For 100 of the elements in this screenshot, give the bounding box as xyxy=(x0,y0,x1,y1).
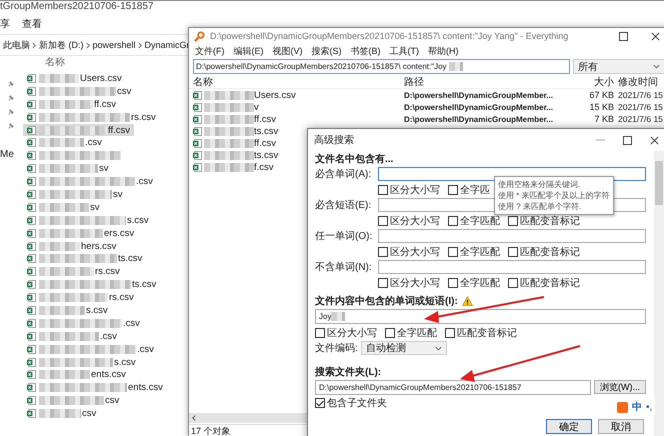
file-row[interactable]: hers.csv xyxy=(23,240,120,252)
chevron-icon xyxy=(32,42,37,48)
blurred-text xyxy=(39,74,79,83)
filter-dropdown[interactable]: 所有 xyxy=(573,59,664,74)
file-row[interactable]: .csv xyxy=(23,175,157,188)
file-row[interactable]: ff.csv xyxy=(23,124,134,136)
checkbox[interactable] xyxy=(508,216,518,226)
checkbox[interactable] xyxy=(448,246,458,256)
menu-item[interactable]: 文件(F) xyxy=(195,44,224,58)
breadcrumb-item[interactable]: 此电脑 xyxy=(3,38,30,52)
file-row[interactable]: Users.csv xyxy=(23,72,126,85)
checkbox[interactable] xyxy=(378,278,388,288)
field-label: 文件编码: xyxy=(315,342,358,355)
checkbox[interactable] xyxy=(315,398,325,408)
file-name: csv xyxy=(105,395,120,406)
checkbox-label: 全字匹 xyxy=(460,184,490,196)
blurred-text xyxy=(39,202,89,212)
file-row[interactable]: rs.csv xyxy=(23,291,138,304)
close-icon[interactable] xyxy=(651,32,660,40)
file-row[interactable]: .csv xyxy=(23,330,121,343)
maximize-icon[interactable] xyxy=(623,136,632,144)
blurred-text xyxy=(204,138,254,148)
checkbox[interactable] xyxy=(448,184,458,194)
menu-item[interactable]: 工具(T) xyxy=(390,44,419,58)
checkbox[interactable] xyxy=(445,328,455,338)
file-name: rs.csv xyxy=(95,266,120,278)
file-row[interactable]: ff.csv xyxy=(23,98,120,111)
ribbon-tab[interactable]: 查看 xyxy=(22,17,42,31)
blurred-text xyxy=(204,102,254,112)
vertical-scrollbar[interactable] xyxy=(654,151,664,436)
file-name: ts.csv xyxy=(254,126,278,136)
file-row[interactable]: .csv xyxy=(23,316,144,330)
browse-button[interactable]: 浏览(W)... xyxy=(594,380,646,394)
language-indicator[interactable]: 中 xyxy=(632,400,642,414)
file-name: ents.csv xyxy=(128,382,163,394)
close-icon[interactable] xyxy=(650,136,659,144)
search-field[interactable]: D:\powershell\DynamicGroupMembers20210706-151857\ content:"Joy xyxy=(193,59,570,74)
file-row[interactable]: csv xyxy=(23,84,136,98)
file-row[interactable]: rs.csv xyxy=(23,265,124,278)
file-row[interactable]: ts.csv xyxy=(23,278,160,292)
punctuation-indicator[interactable]: •, xyxy=(646,402,652,412)
breadcrumb-item[interactable]: powershell xyxy=(92,40,136,50)
file-name: ff.csv xyxy=(108,124,130,136)
column-header[interactable]: 修改时间 xyxy=(614,74,658,88)
checkbox[interactable] xyxy=(508,278,518,288)
spreadsheet-file-icon xyxy=(193,102,202,112)
file-name: s.csv xyxy=(86,304,108,316)
file-row[interactable]: s.csv xyxy=(23,304,112,317)
ribbon-tab[interactable]: 享 xyxy=(0,17,10,31)
input-field[interactable]: D:\powershell\DynamicGroupMembers20210706-151857 xyxy=(315,380,591,394)
encoding-dropdown[interactable]: 自动检测 xyxy=(360,341,447,355)
file-row[interactable]: ents.csv xyxy=(23,381,167,394)
file-row[interactable]: s.csv xyxy=(23,214,153,227)
checkbox[interactable] xyxy=(385,328,395,338)
input-field[interactable]: Joy xyxy=(315,309,646,324)
spreadsheet-file-icon xyxy=(27,318,36,328)
dialog-button[interactable]: 确定 xyxy=(546,419,592,434)
file-row[interactable]: .csv xyxy=(23,342,158,356)
file-name: ts.csv xyxy=(254,150,278,160)
file-row[interactable]: s.csv xyxy=(23,356,140,368)
breadcrumb-item[interactable]: 新加卷 (D:) xyxy=(39,38,84,52)
input-field[interactable] xyxy=(378,229,646,243)
input-field[interactable] xyxy=(378,260,646,274)
file-name: ents.csv xyxy=(91,369,126,380)
file-row[interactable]: csv xyxy=(23,407,100,420)
breadcrumb-item[interactable]: DynamicGr xyxy=(144,40,190,50)
checkbox[interactable] xyxy=(448,278,458,288)
column-header[interactable]: 名称 xyxy=(189,74,404,88)
file-name: Users.csv xyxy=(80,72,122,84)
column-header[interactable]: 路径 xyxy=(404,74,574,88)
file-row[interactable]: csv xyxy=(23,394,124,408)
checkbox[interactable] xyxy=(378,246,388,256)
dialog-button[interactable]: 取消 xyxy=(598,419,644,434)
menu-item[interactable]: 视图(V) xyxy=(272,44,302,58)
menu-item[interactable]: 帮助(H) xyxy=(428,44,458,58)
input-method-bar[interactable]: 中 •, xyxy=(614,399,656,415)
blurred-text xyxy=(39,228,103,238)
nav-item[interactable]: Me xyxy=(0,149,14,160)
menu-item[interactable]: 编辑(E) xyxy=(234,44,264,58)
checkbox[interactable] xyxy=(378,184,388,194)
file-row[interactable]: .csv xyxy=(23,136,106,150)
checkbox[interactable] xyxy=(448,216,458,226)
checkbox-label: 区分大小写 xyxy=(390,214,440,228)
menu-item[interactable]: 书签(B) xyxy=(350,44,380,58)
maximize-icon[interactable] xyxy=(619,32,628,40)
menu-item[interactable]: 搜索(S) xyxy=(312,44,342,58)
file-name: csv xyxy=(82,408,96,420)
checkbox[interactable] xyxy=(315,328,325,338)
file-row[interactable]: ers.csv xyxy=(23,226,138,240)
checkbox[interactable] xyxy=(378,216,388,226)
column-header[interactable]: 大小 xyxy=(574,74,614,88)
file-row[interactable]: sv xyxy=(23,162,112,176)
file-row[interactable]: sv xyxy=(23,200,104,214)
file-row[interactable]: sv xyxy=(23,188,126,201)
spreadsheet-file-icon xyxy=(27,358,36,367)
file-row[interactable]: ents.csv xyxy=(23,368,130,382)
file-row[interactable]: rs.csv xyxy=(23,110,160,124)
spreadsheet-file-icon xyxy=(27,151,36,160)
checkbox[interactable] xyxy=(508,246,518,256)
file-row[interactable]: ts.csv xyxy=(23,252,146,266)
